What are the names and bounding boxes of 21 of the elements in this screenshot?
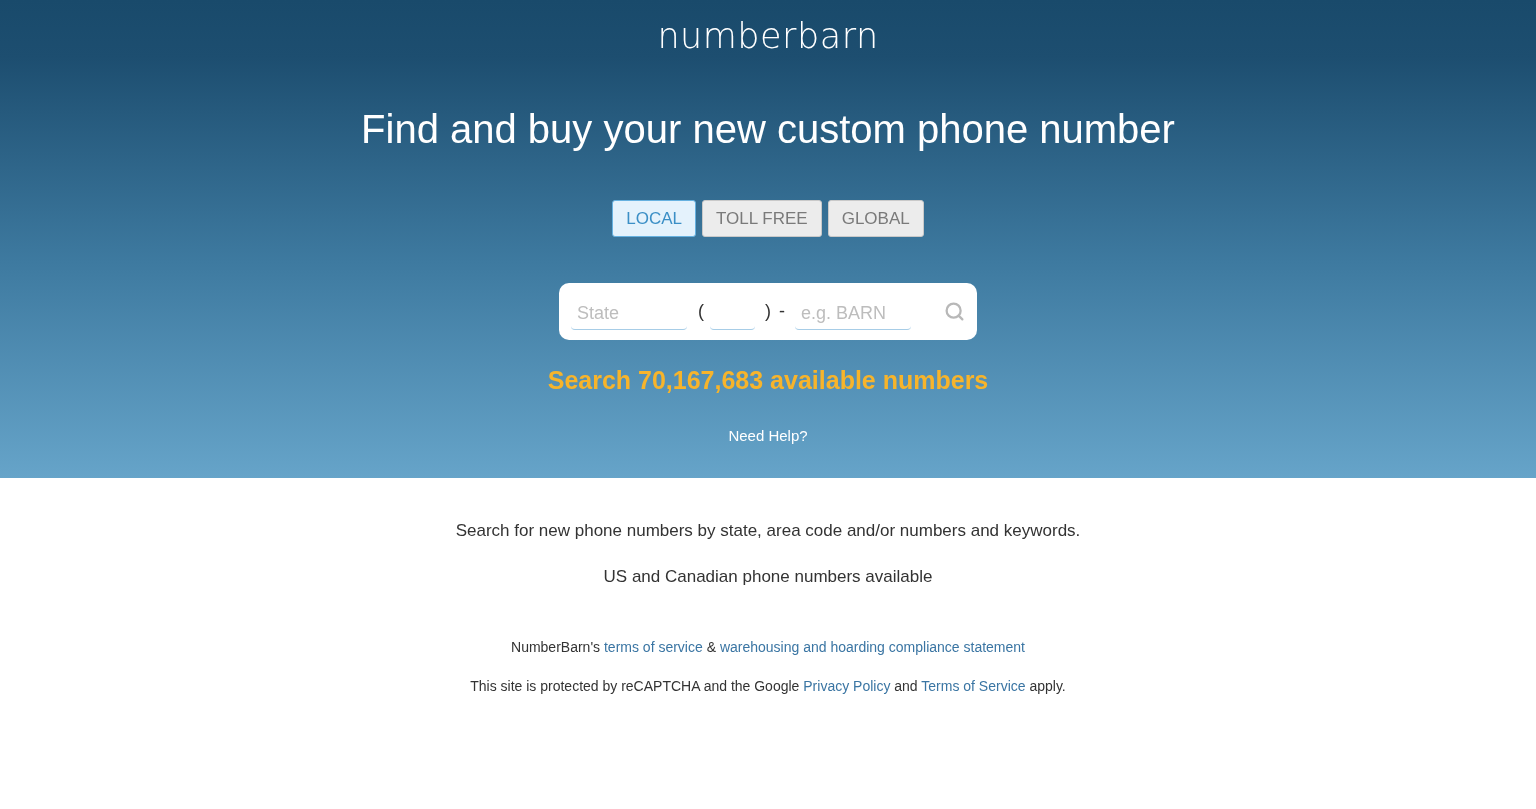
legal-link[interactable]: warehousing and hoarding compliance statement [719, 639, 1025, 655]
logo: numberbarn [657, 17, 879, 55]
info-text: US and Canadian phone numbers available [603, 566, 933, 588]
tab[interactable]: LOCAL [612, 200, 697, 237]
legal-link[interactable]: Privacy Policy [803, 678, 891, 694]
state-field[interactable]: State [571, 297, 687, 330]
tab[interactable]: GLOBAL [827, 200, 924, 237]
legal-link[interactable]: Terms of Service [921, 678, 1026, 694]
legal-link[interactable]: terms of service [603, 639, 703, 655]
dash: - [779, 301, 785, 322]
legal-text: NumberBarn's terms of service & warehousing and hoarding compliance statement [511, 638, 1025, 657]
keyword-field[interactable]: e.g. BARN [795, 297, 911, 330]
tab[interactable]: TOLL FREE [702, 200, 822, 237]
available-count: Search 70,167,683 available numbers [547, 365, 989, 395]
close-paren: ) [765, 301, 771, 322]
search-icon[interactable] [944, 301, 965, 322]
help-link[interactable]: Need Help? [728, 426, 808, 446]
legal-text: This site is protected by reCAPTCHA and the Google Privacy Policy and Terms of Service apply. [470, 677, 1066, 696]
open-paren: ( [698, 301, 704, 322]
info-text: Search for new phone numbers by state, area code and/or numbers and keywords. [455, 520, 1081, 542]
headline: Find and buy your new custom phone number [361, 106, 1175, 153]
